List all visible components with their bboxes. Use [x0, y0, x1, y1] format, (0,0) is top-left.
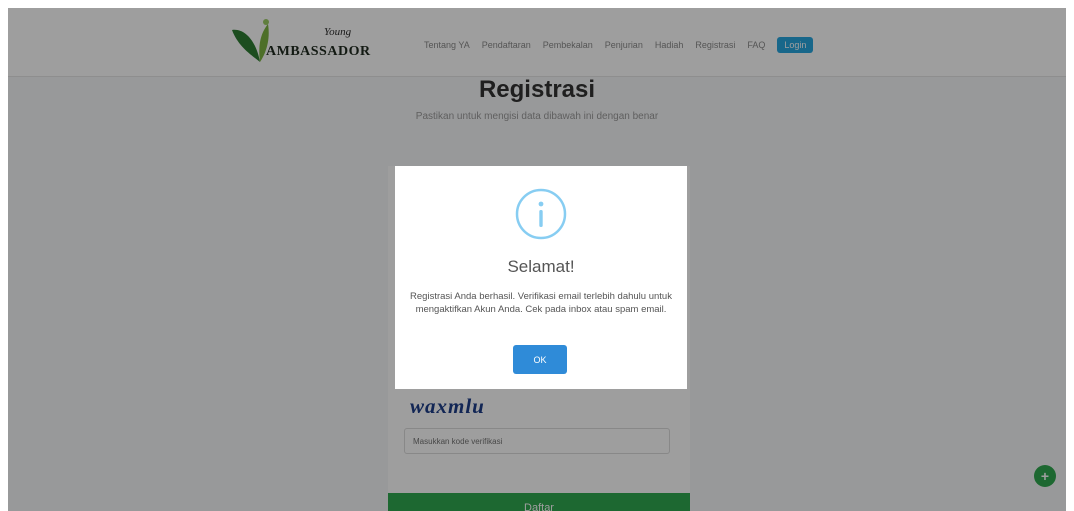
ok-button[interactable]: OK: [513, 345, 567, 374]
dialog-title: Selamat!: [507, 257, 575, 276]
dialog-message: Registrasi Anda berhasil. Verifikasi ema…: [410, 291, 672, 315]
browser-viewport: Young AMBASSADOR Tentang YA Pendaftaran …: [8, 8, 1066, 511]
success-dialog: Selamat! Registrasi Anda berhasil. Verif…: [395, 166, 687, 389]
info-icon: [515, 188, 567, 240]
